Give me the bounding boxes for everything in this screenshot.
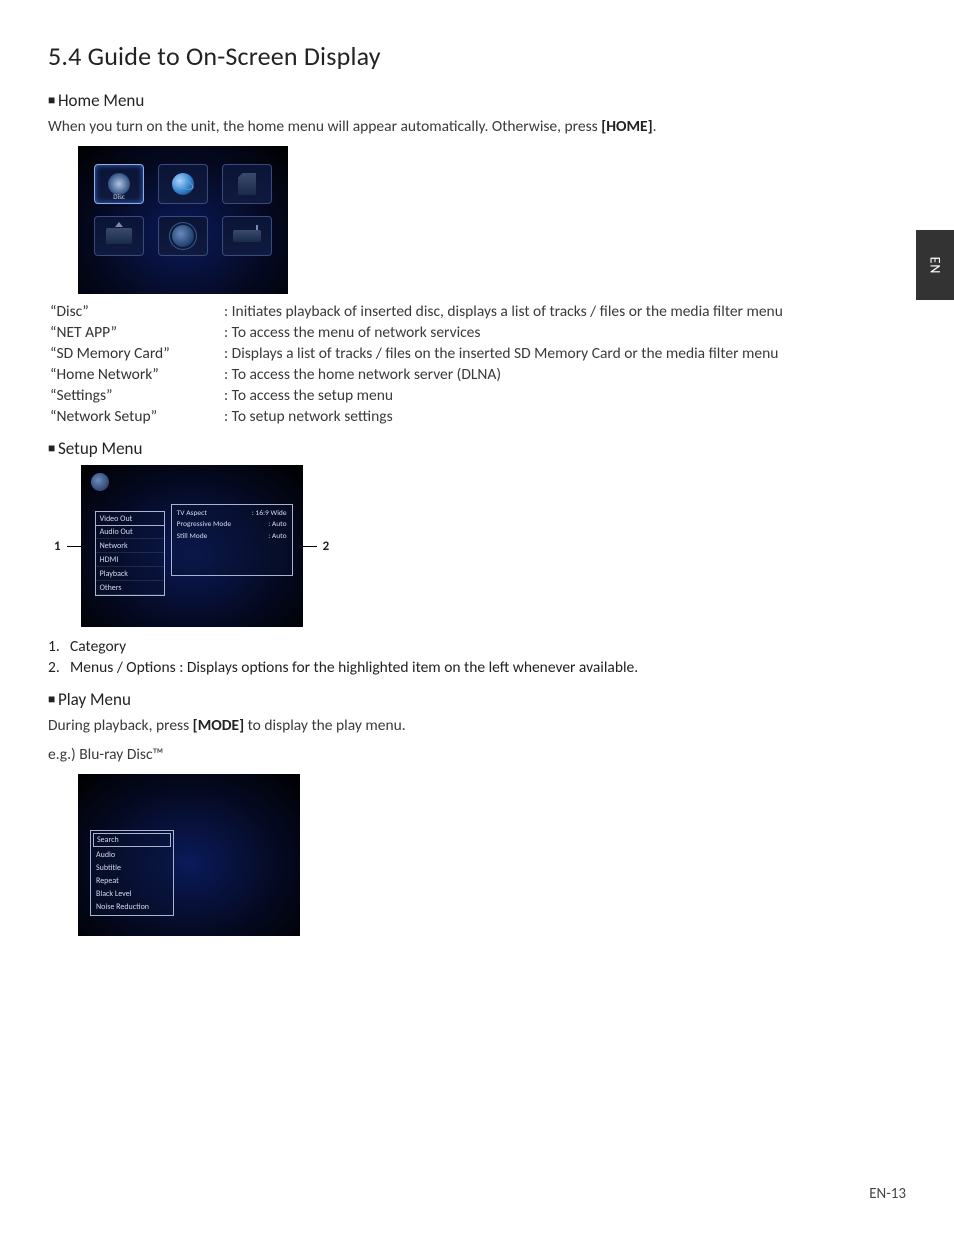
language-tab: EN: [916, 230, 954, 300]
home-intro-pre: When you turn on the unit, the home menu…: [48, 117, 601, 136]
def-desc: : To setup network settings: [224, 407, 906, 426]
home-item-netapp: [158, 164, 208, 204]
play-item: Black Level: [91, 887, 173, 900]
callout-line-left: [67, 546, 81, 547]
setup-right-panel: TV Aspect: 16:9 Wide Progressive Mode: A…: [171, 504, 293, 576]
home-item-disc: Disc: [94, 164, 144, 204]
page-number: EN-13: [869, 1185, 906, 1203]
def-term: “NET APP”: [50, 323, 220, 342]
play-item: Audio: [91, 848, 173, 861]
play-item: Repeat: [91, 874, 173, 887]
home-row-1: Disc: [94, 164, 272, 204]
callout-line-right: [303, 546, 317, 547]
play-item: Subtitle: [91, 861, 173, 874]
setup-left-item: Network: [96, 539, 164, 553]
def-desc: : To access the menu of network services: [224, 323, 906, 342]
play-item: Search: [93, 833, 171, 847]
play-menu-heading: Play Menu: [48, 689, 906, 710]
setup-menu-heading: Setup Menu: [48, 438, 906, 459]
setup-left-panel: Video Out Audio Out Network HDMI Playbac…: [95, 511, 165, 596]
gear-icon: [172, 225, 194, 247]
def-term: “Disc”: [50, 302, 220, 321]
router-icon: [233, 230, 261, 242]
setup-right-row: Progressive Mode: Auto: [177, 519, 287, 530]
play-menu-intro: During playback, press [MODE] to display…: [48, 716, 906, 735]
setup-left-item: Others: [96, 581, 164, 595]
callout-2: 2: [317, 539, 336, 554]
def-desc: : Initiates playback of inserted disc, d…: [224, 302, 906, 321]
sd-card-icon: [238, 173, 256, 195]
home-menu-definitions: “Disc” : Initiates playback of inserted …: [50, 302, 906, 426]
play-menu-example: e.g.) Blu-ray Disc™: [48, 745, 906, 764]
setup-left-item: Video Out: [95, 511, 165, 526]
home-intro-key: [HOME]: [601, 117, 652, 136]
globe-icon: [172, 173, 194, 195]
def-term: “SD Memory Card”: [50, 344, 220, 363]
def-term: “Home Network”: [50, 365, 220, 384]
setup-left-item: HDMI: [96, 553, 164, 567]
home-row-2: [94, 216, 272, 256]
setup-numbered-list: 1.Category 2.Menus / Options : Displays …: [48, 637, 906, 677]
home-network-icon: [106, 228, 132, 244]
def-desc: : Displays a list of tracks / files on t…: [224, 344, 906, 363]
def-desc: : To access the setup menu: [224, 386, 906, 405]
page: EN 5.4 Guide to On-Screen Display Home M…: [0, 0, 954, 1235]
play-intro-key: [MODE]: [193, 716, 244, 735]
list-item: 2.Menus / Options : Displays options for…: [48, 658, 906, 677]
setup-menu-screenshot: Video Out Audio Out Network HDMI Playbac…: [81, 465, 303, 627]
setup-menu-figure: 1 Video Out Audio Out Network HDMI Playb…: [48, 465, 906, 627]
setup-right-row: Still Mode: Auto: [177, 531, 287, 542]
def-term: “Settings”: [50, 386, 220, 405]
home-intro-post: .: [653, 117, 657, 136]
home-item-disc-label: Disc: [113, 192, 125, 201]
setup-left-item: Playback: [96, 567, 164, 581]
home-menu-intro: When you turn on the unit, the home menu…: [48, 117, 906, 136]
play-intro-post: to display the play menu.: [244, 716, 406, 735]
home-menu-heading: Home Menu: [48, 90, 906, 111]
home-item-homenetwork: [94, 216, 144, 256]
home-item-sdcard: [222, 164, 272, 204]
home-menu-screenshot: Disc: [78, 146, 288, 294]
section-title: 5.4 Guide to On-Screen Display: [48, 40, 906, 72]
home-item-settings: [158, 216, 208, 256]
language-tab-text: EN: [927, 256, 944, 274]
gear-icon: [91, 473, 109, 491]
play-menu-panel: Search Audio Subtitle Repeat Black Level…: [90, 830, 174, 916]
list-item: 1.Category: [48, 637, 906, 656]
setup-left-item: Audio Out: [96, 525, 164, 539]
def-desc: : To access the home network server (DLN…: [224, 365, 906, 384]
play-menu-screenshot: Search Audio Subtitle Repeat Black Level…: [78, 774, 300, 936]
home-item-networksetup: [222, 216, 272, 256]
play-item: Noise Reduction: [91, 900, 173, 913]
callout-1: 1: [48, 539, 67, 554]
play-intro-pre: During playback, press: [48, 716, 193, 735]
def-term: “Network Setup”: [50, 407, 220, 426]
setup-right-row: TV Aspect: 16:9 Wide: [177, 508, 287, 519]
